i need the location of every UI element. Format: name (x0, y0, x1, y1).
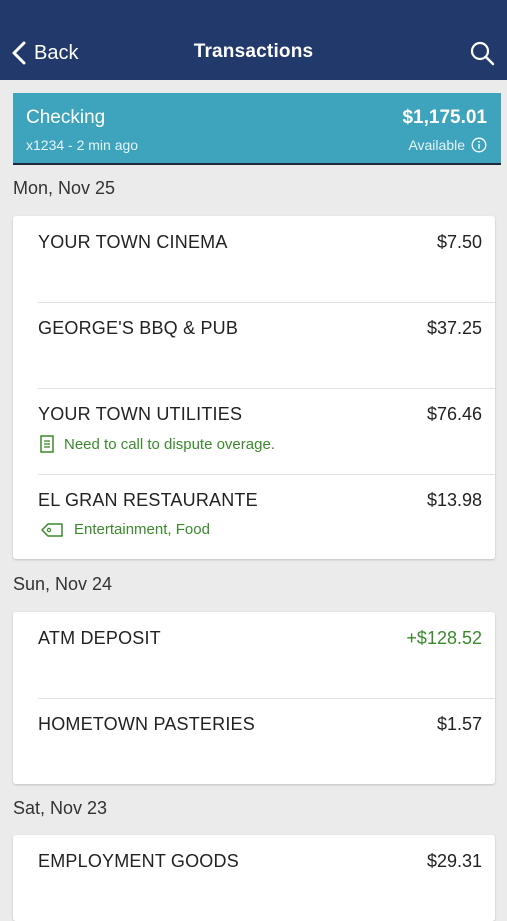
merchant-name: EL GRAN RESTAURANTE (38, 490, 258, 510)
transaction-note: Need to call to dispute overage. (40, 435, 275, 453)
transaction-amount: $1.57 (436, 714, 482, 734)
transaction-tags: Entertainment, Food (40, 521, 210, 538)
page-title: Transactions (193, 41, 314, 62)
transaction-amount: $29.31 (426, 851, 482, 871)
transaction-row[interactable]: EL GRAN RESTAURANTE $13.98 Entertainment… (13, 474, 495, 560)
account-balance: $1,175.01 (402, 107, 487, 128)
date-header: Sun, Nov 24 (13, 574, 113, 594)
transaction-list: ATM DEPOSIT +$128.52 HOMETOWN PASTERIES … (13, 612, 495, 784)
search-icon[interactable] (469, 40, 495, 66)
available-label: Available (408, 137, 465, 153)
account-name: Checking (26, 107, 106, 128)
merchant-name: ATM DEPOSIT (38, 628, 161, 648)
merchant-name: YOUR TOWN CINEMA (38, 232, 228, 252)
transaction-amount: $7.50 (436, 232, 482, 252)
transaction-row[interactable]: HOMETOWN PASTERIES $1.57 (13, 698, 495, 784)
transaction-list: EMPLOYMENT GOODS $29.31 (13, 835, 495, 921)
date-header: Sat, Nov 23 (13, 798, 108, 818)
transaction-row[interactable]: EMPLOYMENT GOODS $29.31 (13, 835, 495, 921)
merchant-name: EMPLOYMENT GOODS (38, 851, 239, 871)
merchant-name: GEORGE'S BBQ & PUB (38, 318, 239, 338)
note-icon (40, 435, 54, 453)
note-text: Need to call to dispute overage. (64, 435, 275, 453)
merchant-name: YOUR TOWN UTILITIES (38, 404, 243, 424)
date-header: Mon, Nov 25 (13, 178, 116, 198)
transaction-row[interactable]: YOUR TOWN CINEMA $7.50 (13, 216, 495, 302)
navigation-bar: Back Transactions (0, 0, 507, 80)
transaction-list: YOUR TOWN CINEMA $7.50 GEORGE'S BBQ & PU… (13, 216, 495, 559)
tags-text: Entertainment, Food (74, 521, 210, 538)
account-summary[interactable]: Checking x1234 - 2 min ago $1,175.01 Ava… (13, 93, 501, 165)
transaction-row[interactable]: YOUR TOWN UTILITIES $76.46 Need to call … (13, 388, 495, 474)
merchant-name: HOMETOWN PASTERIES (38, 714, 255, 734)
transaction-amount: $37.25 (426, 318, 482, 338)
transaction-amount: $76.46 (426, 404, 482, 424)
info-icon[interactable] (471, 137, 487, 153)
transaction-amount: $13.98 (426, 490, 482, 510)
transaction-row[interactable]: GEORGE'S BBQ & PUB $37.25 (13, 302, 495, 388)
transaction-row[interactable]: ATM DEPOSIT +$128.52 (13, 612, 495, 698)
tag-icon (41, 522, 63, 537)
available-label-wrap: Available (408, 137, 487, 153)
account-subtitle: x1234 - 2 min ago (26, 137, 139, 153)
transaction-amount: +$128.52 (406, 628, 482, 648)
